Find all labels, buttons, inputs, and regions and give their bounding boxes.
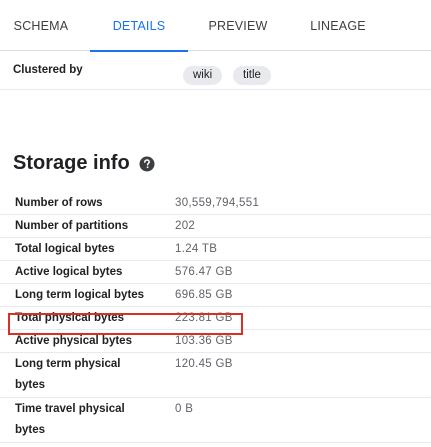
- table-row: Number of rows 30,559,794,551: [0, 192, 431, 215]
- row-label: Active logical bytes: [15, 266, 123, 278]
- table-row: Long term physical bytes 120.45 GB: [0, 353, 431, 398]
- clustered-by-row: Clustered by wiki title: [0, 58, 431, 90]
- table-row: Long term logical bytes 696.85 GB: [0, 284, 431, 307]
- table-row: Number of partitions 202: [0, 215, 431, 238]
- row-value: 103.36 GB: [175, 335, 233, 347]
- row-value: 223.81 GB: [175, 312, 233, 324]
- table-row: Total physical bytes 223.81 GB: [0, 307, 431, 330]
- cluster-field-chip: title: [233, 66, 271, 85]
- row-value: 576.47 GB: [175, 266, 233, 278]
- tab-schema[interactable]: SCHEMA: [0, 0, 82, 51]
- table-row: Active physical bytes 103.36 GB: [0, 330, 431, 353]
- tab-lineage[interactable]: LINEAGE: [300, 0, 376, 51]
- table-row: Total logical bytes 1.24 TB: [0, 238, 431, 261]
- row-value: 0 B: [175, 403, 194, 415]
- row-value: 1.24 TB: [175, 243, 218, 255]
- storage-info-table: Number of rows 30,559,794,551 Number of …: [0, 192, 431, 443]
- storage-info-heading: Storage info: [13, 152, 130, 174]
- tab-preview[interactable]: PREVIEW: [196, 0, 280, 51]
- row-value: 202: [175, 220, 196, 232]
- row-label: Active physical bytes: [15, 335, 132, 347]
- row-value: 120.45 GB: [175, 358, 233, 370]
- clustered-by-label: Clustered by: [13, 64, 83, 76]
- help-circle-icon[interactable]: [139, 156, 155, 172]
- cluster-field-chip: wiki: [183, 66, 223, 85]
- row-label: Long term logical bytes: [15, 289, 145, 301]
- row-label: Number of partitions: [15, 220, 129, 232]
- row-label: Number of rows: [15, 197, 103, 209]
- row-label: Long term physical bytes: [15, 358, 121, 391]
- row-value: 696.85 GB: [175, 289, 233, 301]
- table-row: Active logical bytes 576.47 GB: [0, 261, 431, 284]
- tab-bar: SCHEMA DETAILS PREVIEW LINEAGE: [0, 0, 431, 52]
- table-row: Time travel physical bytes 0 B: [0, 398, 431, 443]
- row-label: Total physical bytes: [15, 312, 125, 324]
- tab-details[interactable]: DETAILS: [90, 0, 188, 52]
- row-value: 30,559,794,551: [175, 197, 260, 209]
- row-label: Total logical bytes: [15, 243, 115, 255]
- row-label: Time travel physical bytes: [15, 403, 125, 436]
